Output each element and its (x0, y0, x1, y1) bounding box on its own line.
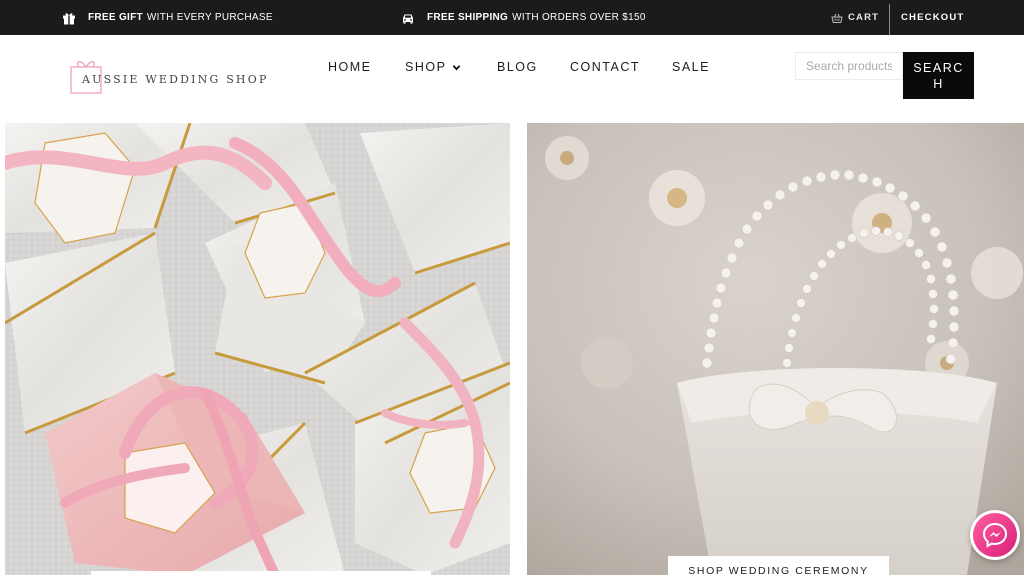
checkout-link[interactable]: CHECKOUT (901, 0, 964, 35)
hero-image-favor-boxes[interactable] (5, 123, 510, 575)
nav-shop[interactable]: SHOP (405, 60, 461, 74)
search-input[interactable] (795, 52, 903, 80)
free-gift-promo: FREE GIFT WITH EVERY PURCHASE (62, 0, 273, 35)
cart-link[interactable]: CART (831, 0, 879, 35)
free-shipping-text: WITH ORDERS OVER $150 (512, 12, 646, 23)
messenger-icon (982, 522, 1008, 548)
free-gift-text: WITH EVERY PURCHASE (146, 12, 273, 23)
free-shipping-promo: FREE SHIPPING WITH ORDERS OVER $150 (401, 0, 646, 35)
gift-icon (63, 12, 75, 24)
cart-label: CART (848, 12, 880, 23)
announcement-bar: FREE GIFT WITH EVERY PURCHASE FREE SHIPP… (0, 0, 1024, 35)
nav-contact[interactable]: CONTACT (570, 60, 640, 74)
search-button[interactable]: SEARCH (903, 52, 974, 99)
free-shipping-bold: FREE SHIPPING (427, 12, 509, 23)
nav-home[interactable]: HOME (328, 60, 372, 74)
nav-blog[interactable]: BLOG (497, 60, 538, 74)
site-header: AUSSIE WEDDING SHOP HOME SHOP BLOG CONTA… (0, 35, 1024, 123)
favor-boxes-illustration (5, 123, 510, 575)
nav-shop-label: SHOP (405, 60, 447, 74)
site-logo[interactable]: AUSSIE WEDDING SHOP (68, 55, 266, 95)
logo-text: AUSSIE WEDDING SHOP (82, 73, 269, 86)
flower-basket-illustration (527, 123, 1024, 575)
hero-image-flower-basket[interactable] (527, 123, 1024, 575)
messenger-bubble (973, 513, 1017, 557)
nav-sale[interactable]: SALE (672, 60, 710, 74)
basket-icon (831, 13, 843, 23)
topbar-divider (889, 4, 890, 35)
hero-left-cta-bar[interactable] (91, 571, 431, 575)
free-gift-bold: FREE GIFT (88, 12, 143, 23)
shop-wedding-ceremony-button[interactable]: SHOP WEDDING CEREMONY (668, 556, 889, 575)
messenger-chat-button[interactable] (970, 510, 1020, 560)
chevron-down-icon (453, 64, 461, 70)
car-icon (403, 14, 413, 24)
